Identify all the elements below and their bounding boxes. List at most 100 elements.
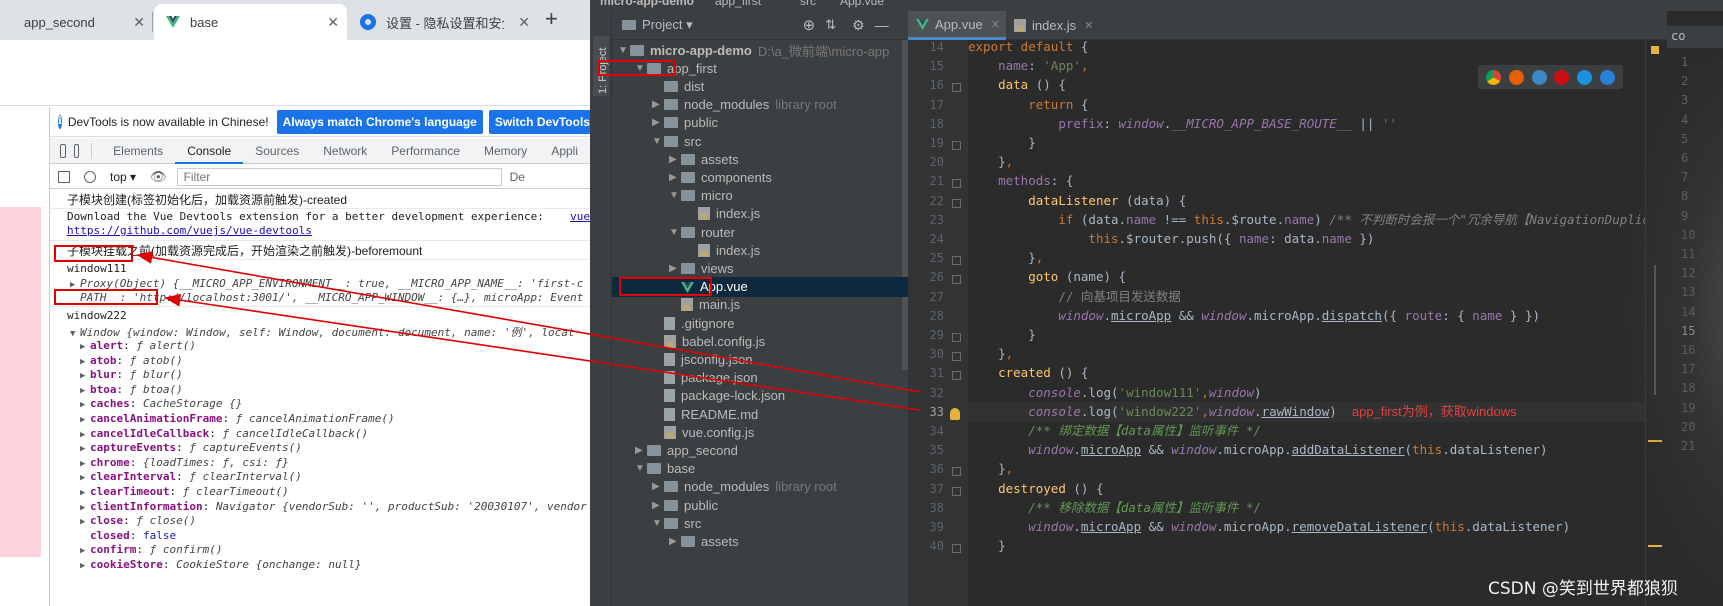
inspect-element-icon[interactable] — [60, 143, 67, 158]
expand-arrow-icon[interactable]: ▶ — [80, 357, 90, 367]
fold-marker-icon[interactable] — [952, 141, 961, 150]
opera-icon[interactable] — [1554, 69, 1570, 85]
expand-arrow-icon[interactable]: ▶ — [80, 459, 90, 469]
settings-gear-icon[interactable]: ⚙ — [852, 17, 865, 34]
fold-marker-icon[interactable] — [952, 486, 961, 496]
window-prop-row[interactable]: ▶ caches: CacheStorage {} — [80, 397, 242, 410]
tab-memory[interactable]: Memory — [472, 138, 539, 164]
tree-item[interactable]: ▼ micro-app-demo D:\a_微前端\micro-app — [612, 40, 908, 60]
device-toolbar-icon[interactable] — [74, 143, 79, 158]
window-prop-row[interactable]: ▶ cancelAnimationFrame: ƒ cancelAnimation… — [80, 412, 395, 425]
expand-arrow-icon[interactable]: ▶ — [80, 386, 90, 396]
collapse-icon[interactable]: ⇅ — [825, 17, 836, 33]
tree-item[interactable]: index.js — [612, 204, 908, 224]
context-selector[interactable]: top ▾ — [110, 170, 136, 184]
new-tab-button[interactable]: + — [545, 6, 558, 32]
expand-arrow-icon[interactable]: ▶ — [669, 263, 681, 274]
tree-item[interactable]: README.md — [612, 404, 908, 424]
tab-network[interactable]: Network — [311, 138, 379, 164]
expand-arrow-icon[interactable]: ▶ — [80, 488, 90, 498]
code-line[interactable]: export default { — [968, 40, 1088, 57]
expand-arrow-icon[interactable]: ▶ — [80, 415, 90, 425]
tree-item[interactable]: ▶ node_modules library root — [612, 477, 908, 497]
tree-item[interactable]: ▼ micro — [612, 186, 908, 206]
expand-arrow-icon[interactable]: ▶ — [635, 445, 647, 456]
code-line[interactable]: this.$router.push({ name: data.name }) — [968, 229, 1374, 249]
window-prop-row[interactable]: ▶ chrome: {loadTimes: ƒ, csi: ƒ} — [80, 456, 289, 469]
tree-item[interactable]: ▶ views — [612, 258, 908, 278]
close-icon[interactable]: ✕ — [518, 14, 530, 31]
locate-icon[interactable]: ⊕ — [803, 16, 816, 34]
expand-arrow-icon[interactable]: ▶ — [80, 546, 90, 556]
safari-icon[interactable] — [1531, 69, 1547, 85]
eye-icon[interactable]: 👁 — [150, 169, 167, 185]
window-prop-row[interactable]: ▶ clearTimeout: ƒ clearTimeout() — [80, 485, 289, 498]
code-line[interactable]: // 向基项目发送数据 — [968, 287, 1181, 307]
fold-marker-icon[interactable] — [952, 467, 961, 477]
expand-arrow-icon[interactable]: ▶ — [80, 430, 90, 440]
close-icon[interactable]: ✕ — [1084, 19, 1093, 32]
sidebar-toggle-icon[interactable] — [58, 170, 70, 183]
clear-console-icon[interactable] — [84, 170, 96, 183]
code-line[interactable]: /** 移除数据【data属性】监听事件 */ — [968, 498, 1261, 518]
code-line[interactable]: name: 'App', — [968, 56, 1088, 76]
code-line[interactable]: destroyed () { — [968, 479, 1103, 499]
fold-marker-icon[interactable] — [952, 333, 961, 342]
window-prop-row[interactable]: ▶ clearInterval: ƒ clearInterval() — [80, 470, 302, 483]
fold-marker-icon[interactable] — [952, 275, 961, 285]
code-line[interactable]: }, — [968, 459, 1013, 479]
fold-marker-icon[interactable] — [952, 371, 961, 381]
always-match-language-button[interactable]: Always match Chrome's language — [276, 109, 483, 134]
code-line[interactable]: console.log('window222',window.rawWindow… — [968, 401, 1723, 422]
code-line[interactable]: window.microApp && window.microApp.dispa… — [968, 306, 1540, 326]
console-source-link[interactable]: vue — [570, 210, 590, 223]
firefox-icon[interactable] — [1508, 69, 1524, 85]
code-line[interactable]: } — [968, 325, 1036, 345]
expand-arrow-icon[interactable]: ▶ — [669, 172, 681, 183]
tree-item[interactable]: ▶ public — [612, 495, 908, 515]
breadcrumb-src[interactable]: src — [800, 0, 816, 8]
console-filter-input[interactable] — [176, 167, 502, 186]
tree-item[interactable]: index.js — [612, 240, 908, 260]
tree-item[interactable]: ▼ src — [612, 131, 908, 151]
tree-item[interactable]: jsconfig.json — [612, 349, 908, 369]
expand-arrow-icon[interactable]: ▶ — [80, 473, 90, 483]
breadcrumb-project[interactable]: micro-app-demo — [600, 0, 694, 8]
tree-item[interactable]: dist — [612, 76, 908, 96]
project-view-selector[interactable]: Project ▾ — [642, 17, 693, 33]
code-line[interactable]: }, — [968, 248, 1043, 268]
expand-arrow-icon[interactable]: ▶ — [80, 561, 90, 571]
fold-marker-icon[interactable] — [952, 352, 961, 362]
close-icon[interactable]: ✕ — [133, 14, 145, 31]
secondary-editor-tab[interactable]: co — [1667, 26, 1723, 48]
code-line[interactable]: window.microApp && window.microApp.remov… — [968, 517, 1570, 537]
expand-arrow-icon[interactable]: ▶ — [80, 444, 90, 454]
fold-marker-icon[interactable] — [952, 83, 961, 93]
hide-panel-icon[interactable]: — — [875, 17, 889, 33]
code-line[interactable]: } — [968, 133, 1036, 153]
window-prop-row[interactable]: ▶ btoa: ƒ btoa() — [80, 383, 183, 396]
window-prop-row[interactable]: ▶ atob: ƒ atob() — [80, 354, 183, 367]
tab-elements[interactable]: Elements — [101, 138, 175, 164]
close-icon[interactable]: ✕ — [327, 14, 339, 31]
expand-arrow-icon[interactable]: ▼ — [652, 518, 664, 529]
tree-item[interactable]: ▶ app_second — [612, 440, 908, 460]
ie-icon[interactable] — [1577, 69, 1593, 85]
tree-item[interactable]: package.json — [612, 368, 908, 388]
expand-arrow-icon[interactable]: ▶ — [80, 400, 90, 410]
expand-arrow-icon[interactable]: ▶ — [80, 371, 90, 381]
tree-item[interactable]: ▶ assets — [612, 149, 908, 169]
tree-item[interactable]: ▶ assets — [612, 531, 908, 551]
vue-devtools-link[interactable]: https://github.com/vuejs/vue-devtools — [67, 224, 312, 237]
code-line[interactable]: } — [968, 536, 1006, 556]
tree-item[interactable]: .gitignore — [612, 313, 908, 333]
window-prop-row[interactable]: ▶ cookieStore: CookieStore {onchange: nul… — [80, 558, 362, 571]
code-line[interactable]: if (data.name !== this.$route.name) /** … — [968, 210, 1650, 230]
intention-bulb-icon[interactable] — [950, 407, 960, 420]
window-prop-row[interactable]: ▶ cancelIdleCallback: ƒ cancelIdleCallbac… — [80, 427, 368, 440]
window-prop-row[interactable]: ▶ captureEvents: ƒ captureEvents() — [80, 441, 302, 454]
switch-devtools-language-button[interactable]: Switch DevTools to C — [488, 109, 590, 134]
console-window-object[interactable]: ▼ Window {window: Window, self: Window, d… — [70, 324, 574, 340]
tree-item[interactable]: package-lock.json — [612, 386, 908, 406]
tab-application[interactable]: Appli — [539, 138, 590, 164]
